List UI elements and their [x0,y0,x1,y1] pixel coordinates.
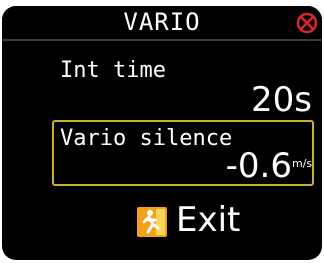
page-title: VARIO [123,8,201,36]
close-icon[interactable] [296,12,318,34]
int-time-label: Int time [60,58,166,83]
title-bar: VARIO [2,6,322,39]
int-time-value: 20s [251,80,312,120]
vario-screen: VARIO Int time 20s Vario silence -0.6 m/… [2,6,322,260]
exit-button[interactable]: Exit [128,200,258,244]
vario-silence-value: -0.6 [225,146,292,186]
vario-silence-setting[interactable]: Vario silence -0.6 m/s [52,120,314,186]
vario-silence-unit: m/s [292,157,313,170]
exit-running-man-icon [137,207,167,237]
vario-silence-label: Vario silence [60,126,233,151]
device-frame: VARIO Int time 20s Vario silence -0.6 m/… [0,0,324,263]
title-divider [2,39,322,41]
int-time-setting[interactable]: Int time 20s [10,50,316,120]
exit-label: Exit [176,200,241,240]
